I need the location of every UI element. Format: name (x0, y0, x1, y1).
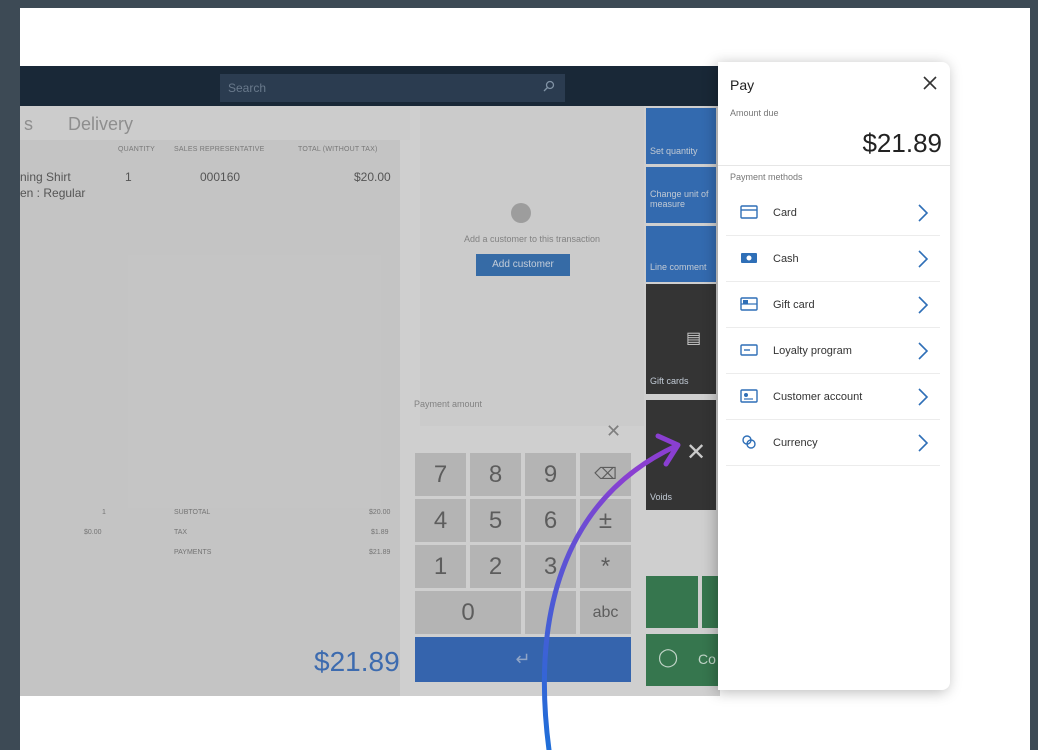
close-icon[interactable] (918, 71, 942, 95)
row-sales-rep: 000160 (200, 170, 241, 184)
numpad-clear-icon[interactable]: ✕ (606, 421, 621, 442)
header-total: TOTAL (WITHOUT TAX) (298, 146, 378, 153)
screenshot-canvas: Search s Delivery QUANTITY SALES REPRESE… (20, 8, 1030, 750)
card-icon (740, 205, 758, 219)
tab-lines[interactable]: s (24, 114, 33, 135)
complete-button[interactable]: ◯ Co (646, 634, 720, 686)
chevron-right-icon (918, 296, 929, 314)
key-3[interactable]: 3 (525, 545, 576, 588)
customer-account-icon (740, 389, 758, 403)
key-9[interactable]: 9 (525, 453, 576, 496)
change-unit-button[interactable]: Change unit of measure (646, 167, 716, 223)
line-comment-button[interactable]: Line comment (646, 226, 716, 282)
customer-panel: Add a customer to this transaction Add c… (420, 106, 644, 426)
cash-icon (741, 253, 757, 263)
key-5[interactable]: 5 (470, 499, 521, 542)
header-quantity: QUANTITY (118, 146, 155, 153)
payment-method-customer-account[interactable]: Customer account (726, 374, 940, 420)
check-circle-icon: ◯ (658, 647, 679, 667)
payment-method-label: Customer account (773, 391, 863, 403)
search-placeholder: Search (228, 81, 267, 95)
gift-card-tile-icon: ▤ (686, 330, 702, 347)
decimal-key[interactable]: . (525, 591, 576, 634)
key-1[interactable]: 1 (415, 545, 466, 588)
enter-button[interactable]: ↵ (415, 637, 631, 682)
product-variant: en : Regular (20, 186, 86, 200)
payment-method-cash[interactable]: Cash (726, 236, 940, 282)
payment-method-loyalty[interactable]: Loyalty program (726, 328, 940, 374)
key-7[interactable]: 7 (415, 453, 466, 496)
transaction-tabs: s Delivery (20, 106, 410, 140)
payment-method-label: Currency (773, 437, 818, 449)
void-x-icon: ✕ (686, 439, 707, 466)
subtotal-label: SUBTOTAL (174, 509, 211, 516)
row-quantity: 1 (125, 170, 132, 184)
tax-value: $1.89 (371, 529, 389, 536)
grand-total: $21.89 (314, 646, 400, 677)
payment-method-label: Card (773, 207, 797, 219)
lines-panel (20, 140, 400, 696)
key-4[interactable]: 4 (415, 499, 466, 542)
set-quantity-button[interactable]: Set quantity (646, 108, 716, 164)
tax-label: TAX (174, 529, 188, 536)
items-count: 1 (102, 509, 106, 516)
table-row[interactable]: ning Shirt en : Regular 1 000160 $20.00 (20, 170, 400, 214)
payment-method-label: Gift card (773, 299, 815, 311)
key-0[interactable]: 0 (415, 591, 521, 634)
customer-avatar-icon (511, 203, 531, 223)
amount-due-value: $21.89 (862, 128, 942, 158)
gift-cards-button[interactable]: Gift cards (646, 284, 716, 394)
payment-method-gift-card[interactable]: Gift card (726, 282, 940, 328)
payment-method-label: Cash (773, 253, 799, 265)
gift-card-icon (740, 297, 758, 311)
payments-label: PAYMENTS (174, 549, 212, 556)
subtotal-value: $20.00 (369, 509, 391, 516)
grid-header: QUANTITY SALES REPRESENTATIVE TOTAL (WIT… (20, 146, 400, 160)
key-2[interactable]: 2 (470, 545, 521, 588)
pos-transaction-screen: Search s Delivery QUANTITY SALES REPRESE… (20, 66, 720, 696)
payment-method-label: Loyalty program (773, 345, 852, 357)
payment-methods-label: Payment methods (730, 172, 803, 182)
tab-delivery[interactable]: Delivery (68, 114, 133, 135)
add-customer-prompt: Add a customer to this transaction (463, 234, 601, 244)
plus-minus-key[interactable]: ± (580, 499, 631, 542)
amount-due-label: Amount due (730, 108, 779, 118)
divider (718, 165, 950, 166)
abc-key[interactable]: abc (580, 591, 631, 634)
chevron-right-icon (918, 388, 929, 406)
payment-method-card[interactable]: Card (726, 190, 940, 236)
pay-title: Pay (730, 77, 755, 93)
add-customer-button[interactable]: Add customer (476, 254, 570, 276)
chevron-right-icon (918, 434, 929, 452)
key-8[interactable]: 8 (470, 453, 521, 496)
search-input[interactable]: Search (220, 74, 565, 102)
multiply-key[interactable]: * (580, 545, 631, 588)
search-icon[interactable] (543, 80, 555, 92)
payments-value: $21.89 (369, 549, 391, 556)
row-total: $20.00 (354, 170, 391, 184)
pay-panel: Pay Amount due $21.89 Payment methods Ca… (718, 62, 950, 690)
product-name: ning Shirt (20, 170, 71, 184)
header-sales-rep: SALES REPRESENTATIVE (174, 146, 265, 153)
backspace-key[interactable]: ⌫ (580, 453, 631, 496)
chevron-right-icon (918, 250, 929, 268)
loyalty-icon (740, 344, 758, 356)
chevron-right-icon (918, 204, 929, 222)
discount-value: $0.00 (84, 529, 102, 536)
currency-icon (742, 435, 756, 449)
key-6[interactable]: 6 (525, 499, 576, 542)
top-bar: Search (20, 66, 720, 106)
card-payment-tile[interactable] (646, 576, 698, 628)
payment-amount-label: Payment amount (414, 399, 483, 409)
chevron-right-icon (918, 342, 929, 360)
payment-method-currency[interactable]: Currency (726, 420, 940, 466)
complete-label: Co (698, 651, 716, 667)
